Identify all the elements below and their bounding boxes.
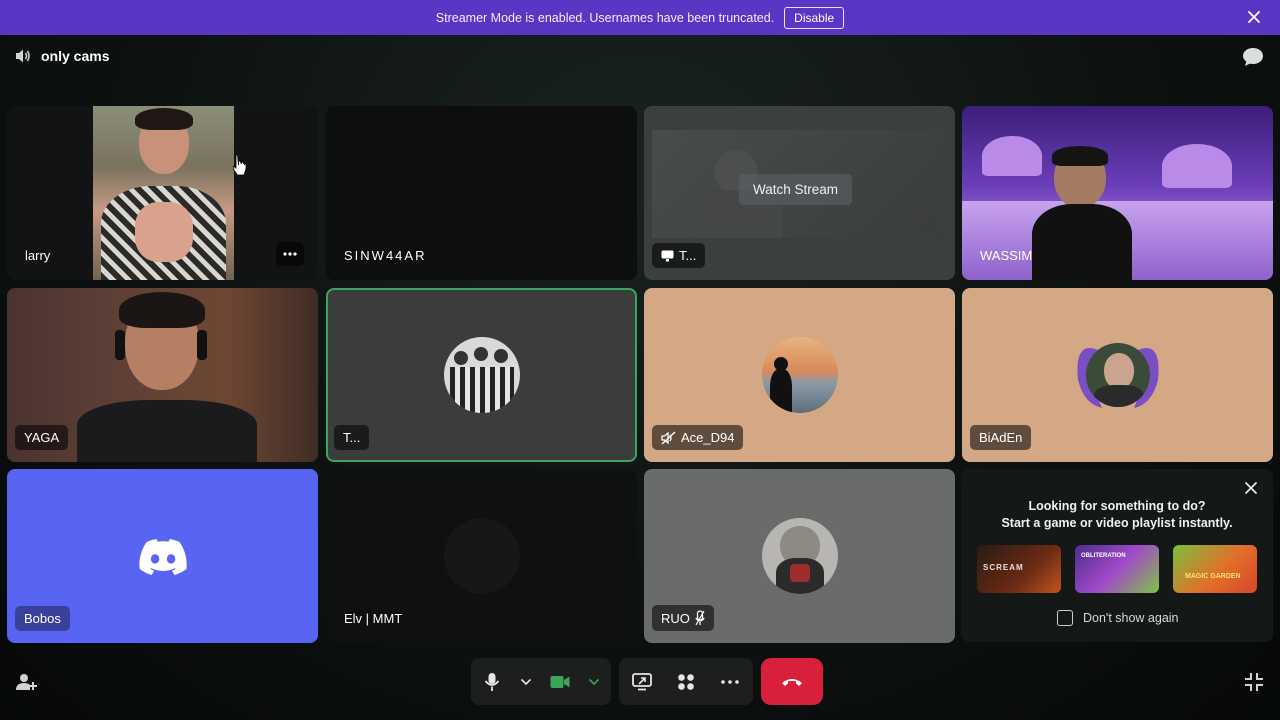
participant-name: T... — [652, 243, 706, 268]
chevron-down-icon — [588, 678, 600, 685]
share-controls — [619, 658, 753, 705]
screen-share-button[interactable] — [631, 671, 653, 693]
participant-name: T... — [334, 425, 370, 450]
participant-name: larry — [25, 248, 51, 263]
watch-stream-button[interactable]: Watch Stream — [739, 174, 853, 205]
microphone-icon — [484, 672, 500, 691]
hang-up-icon — [782, 678, 802, 686]
activity-title: MAGIC GARDEN — [1185, 573, 1241, 580]
activity-line2: Start a game or video playlist instantly… — [1001, 516, 1233, 530]
mic-controls — [471, 658, 611, 705]
dont-show-checkbox[interactable] — [1057, 610, 1073, 626]
participant-tile-biaden[interactable]: BiAdEn — [962, 288, 1273, 462]
stream-tile[interactable]: Watch Stream T... — [644, 106, 955, 280]
participant-tile-speaking[interactable]: T... — [326, 288, 637, 462]
microphone-button[interactable] — [481, 671, 503, 693]
participant-name: YAGA — [15, 425, 69, 450]
chevron-down-icon — [520, 678, 532, 685]
avatar — [1085, 343, 1150, 407]
banner-text: Streamer Mode is enabled. Usernames have… — [435, 10, 775, 25]
activity-line1: Looking for something to do? — [1028, 499, 1206, 513]
streamer-mode-banner: Streamer Mode is enabled. Usernames have… — [0, 0, 1280, 35]
participant-name: Bobos — [15, 606, 70, 631]
activities-icon — [678, 673, 694, 690]
more-options-button[interactable] — [276, 242, 304, 266]
mic-options-button[interactable] — [519, 671, 533, 693]
avatar — [443, 337, 520, 413]
discord-logo-icon — [139, 539, 187, 575]
participant-name: SINW44AR — [344, 248, 427, 263]
exit-fullscreen-icon[interactable] — [1242, 670, 1266, 694]
avatar — [761, 518, 838, 594]
camera-button[interactable] — [549, 671, 571, 693]
channel-header: only cams — [14, 47, 109, 65]
participant-tile-ruo[interactable]: RUO — [644, 469, 955, 643]
participant-tile-wassim[interactable]: WASSIM — [962, 106, 1273, 280]
more-dots-icon — [283, 252, 297, 256]
participant-name: RUO — [652, 605, 714, 631]
participant-name: Ace_D94 — [652, 425, 744, 450]
video-feed — [93, 106, 234, 280]
disconnect-button[interactable] — [761, 658, 823, 705]
participant-tile-sinw44ar[interactable]: SINW44AR — [326, 106, 637, 280]
activity-title: SCREAM — [983, 563, 1024, 572]
participant-name: BiAdEn — [970, 425, 1032, 450]
participant-tile-ace-d94[interactable]: Ace_D94 — [644, 288, 955, 462]
activity-thumbnail-magic-garden[interactable]: MAGIC GARDEN — [1173, 545, 1257, 593]
activity-thumbnail-scream[interactable]: SCREAM — [977, 545, 1061, 593]
disable-button[interactable]: Disable — [784, 6, 845, 29]
dont-show-label: Don't show again — [1083, 611, 1179, 625]
avatar — [443, 518, 520, 594]
screen-share-icon — [661, 250, 674, 261]
activity-prompt: Looking for something to do? Start a gam… — [961, 498, 1273, 532]
participant-tile-bobos[interactable]: Bobos — [7, 469, 318, 643]
call-control-bar — [471, 658, 823, 705]
more-dots-icon — [721, 679, 739, 684]
participant-tile-elv[interactable]: Elv | MMT — [326, 469, 637, 643]
mouse-cursor-icon — [233, 154, 247, 176]
channel-name: only cams — [41, 48, 110, 64]
muted-speaker-icon — [661, 430, 676, 445]
camera-icon — [550, 675, 570, 688]
participant-tile-larry[interactable]: larry — [7, 106, 318, 280]
camera-options-button[interactable] — [587, 671, 601, 693]
participant-tile-yaga[interactable]: YAGA — [7, 288, 318, 462]
participant-name: WASSIM — [980, 248, 1033, 263]
dont-show-again-option[interactable]: Don't show again — [1057, 610, 1179, 626]
screen-share-icon — [632, 672, 652, 690]
close-icon[interactable] — [1246, 9, 1262, 25]
avatar — [761, 337, 838, 413]
activity-title: OBLITERATION — [1081, 553, 1126, 559]
speaker-icon — [16, 49, 30, 63]
more-options-button[interactable] — [719, 671, 741, 693]
activities-button[interactable] — [675, 671, 697, 693]
chat-icon[interactable] — [1242, 47, 1264, 67]
add-people-icon[interactable] — [14, 670, 38, 694]
activity-thumbnail-obliteration[interactable]: OBLITERATION — [1075, 545, 1159, 593]
participant-name: Elv | MMT — [344, 611, 403, 626]
muted-mic-icon — [695, 610, 705, 626]
activity-suggestion-panel: Looking for something to do? Start a gam… — [961, 469, 1273, 642]
close-icon[interactable] — [1243, 480, 1259, 496]
